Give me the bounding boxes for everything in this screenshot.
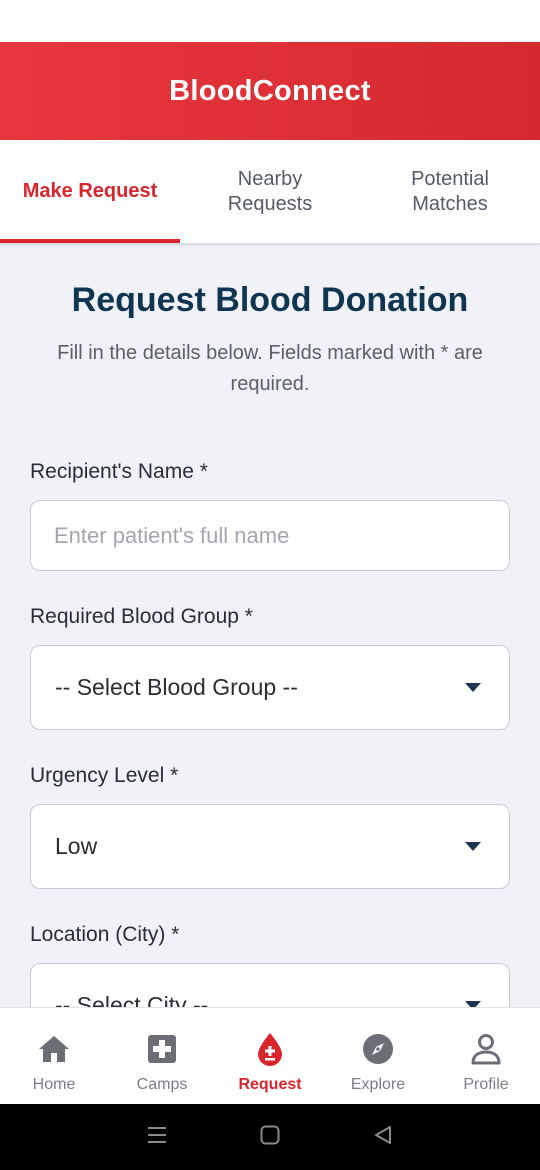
blood-group-select[interactable]: -- Select Blood Group --	[30, 645, 510, 730]
nav-label: Home	[32, 1076, 76, 1093]
tab-make-request[interactable]: Make Request	[0, 140, 180, 243]
location-city-select[interactable]: -- Select City --	[30, 963, 510, 1007]
nav-label: Camps	[136, 1076, 188, 1093]
location-city-label: Location (City) *	[30, 923, 180, 946]
nav-request[interactable]: Request	[216, 1008, 324, 1104]
nav-camps[interactable]: Camps	[108, 1008, 216, 1104]
nav-label: Explore	[350, 1076, 406, 1093]
app-header: BloodConnect	[0, 42, 540, 140]
person-icon	[469, 1032, 503, 1066]
nav-explore[interactable]: Explore	[324, 1008, 432, 1104]
app-title: BloodConnect	[169, 74, 371, 107]
back-button[interactable]	[353, 1117, 413, 1157]
home-system-button[interactable]	[240, 1117, 300, 1157]
form-title: Request Blood Donation	[71, 281, 469, 319]
blood-group-value: -- Select Blood Group --	[55, 674, 298, 700]
tab-label: Nearby Requests	[227, 167, 313, 215]
compass-icon	[361, 1032, 395, 1066]
home-square-icon	[259, 1124, 281, 1151]
medical-cross-icon	[145, 1032, 179, 1066]
recents-icon	[146, 1125, 168, 1150]
nav-profile[interactable]: Profile	[432, 1008, 540, 1104]
nav-home[interactable]: Home	[0, 1008, 108, 1104]
request-form-area: Request Blood Donation Fill in the detai…	[0, 243, 540, 1007]
tab-potential-matches[interactable]: Potential Matches	[360, 140, 540, 243]
recents-button[interactable]	[127, 1117, 187, 1157]
blood-drop-icon	[253, 1032, 287, 1066]
location-city-value: -- Select City --	[55, 992, 209, 1007]
urgency-level-label: Urgency Level *	[30, 764, 179, 787]
bottom-navigation: Home Camps Request Explore Profile	[0, 1007, 540, 1104]
status-bar	[0, 0, 540, 42]
system-navigation-bar	[0, 1104, 540, 1170]
tab-bar: Make Request Nearby Requests Potential M…	[0, 140, 540, 243]
tab-label: Potential Matches	[411, 167, 489, 215]
tab-label: Make Request	[22, 180, 158, 202]
blood-group-label: Required Blood Group *	[30, 605, 253, 628]
tab-nearby-requests[interactable]: Nearby Requests	[180, 140, 360, 243]
chevron-down-icon	[465, 842, 481, 851]
urgency-level-select[interactable]: Low	[30, 804, 510, 889]
urgency-level-value: Low	[55, 833, 98, 859]
chevron-down-icon	[465, 683, 481, 692]
nav-label: Request	[238, 1076, 302, 1093]
nav-label: Profile	[463, 1076, 509, 1093]
recipient-name-label: Recipient's Name *	[30, 460, 208, 483]
recipient-name-input[interactable]	[30, 500, 510, 571]
home-icon	[37, 1032, 71, 1066]
back-triangle-icon	[372, 1124, 394, 1151]
form-subtitle: Fill in the details below. Fields marked…	[57, 342, 483, 395]
